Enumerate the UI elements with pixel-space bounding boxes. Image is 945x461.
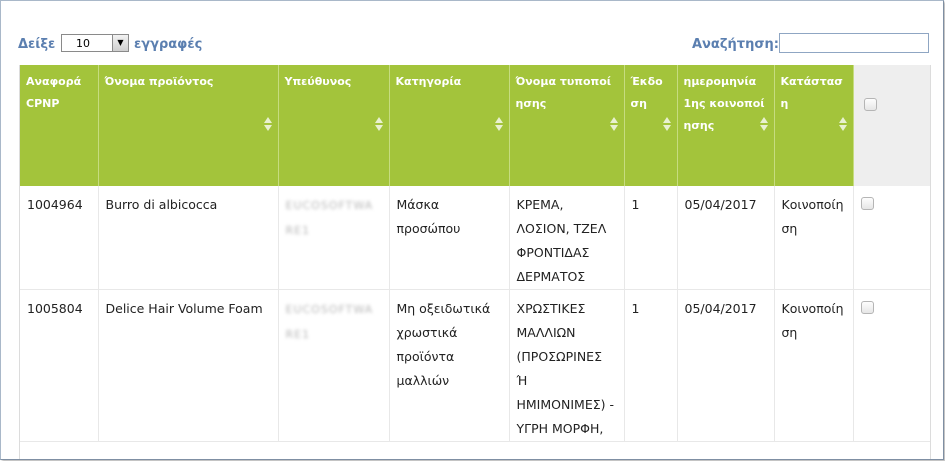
table-row[interactable]: 1005804 Delice Hair Volume Foam EUCOSOFT… <box>20 289 930 442</box>
entries-per-page-select[interactable]: 10 ▼ <box>61 34 129 52</box>
cell-version: 1 <box>624 289 678 442</box>
entries-per-page-value: 10 <box>76 37 90 50</box>
header-row: Αναφορά CPNP Όνομα προϊόντος Υπεύθυνος Κ… <box>20 65 930 186</box>
cell-category: Μη οξειδωτικά χρωστικά προϊόντα μαλλιών <box>389 289 510 442</box>
cell-date: 05/04/2017 <box>677 186 775 290</box>
cell-select <box>853 186 930 290</box>
col-header-formulation-name[interactable]: Όνομα τυποποίησης <box>509 65 625 186</box>
search-label: Αναζήτηση: <box>692 37 779 52</box>
responsible-blurred-text: EUCOSOFTWARE1 <box>285 199 374 237</box>
cell-version: 1 <box>624 186 678 290</box>
sort-icon <box>374 117 383 131</box>
cell-select <box>853 289 930 442</box>
sort-icon <box>494 117 503 131</box>
cell-status: Κοινοποίηση <box>774 186 854 290</box>
cell-cpnp: 1004964 <box>20 186 99 290</box>
length-label-before: Δείξε <box>18 37 56 52</box>
sort-icon <box>759 117 768 131</box>
cell-formulation: ΧΡΩΣΤΙΚΕΣ ΜΑΛΛΙΩΝ (ΠΡΟΣΩΡΙΝΕΣ Ή ΗΜΙΜΟΝΙΜ… <box>509 289 625 442</box>
sort-icon <box>662 117 671 131</box>
col-header-category[interactable]: Κατηγορία <box>389 65 510 186</box>
results-table: Αναφορά CPNP Όνομα προϊόντος Υπεύθυνος Κ… <box>20 65 930 442</box>
row-checkbox[interactable] <box>860 197 874 210</box>
sort-icon <box>609 117 618 131</box>
sort-icon <box>263 117 272 131</box>
sort-icon <box>838 117 847 131</box>
row-checkbox[interactable] <box>860 301 874 314</box>
col-header-cpnp[interactable]: Αναφορά CPNP <box>20 65 99 186</box>
col-header-first-notification-date[interactable]: ημερομηνία 1ης κοινοποίησης <box>677 65 775 186</box>
cell-product-name: Burro di albicocca <box>98 186 279 290</box>
col-header-select-all <box>853 65 930 186</box>
chevron-down-icon[interactable]: ▼ <box>112 35 128 51</box>
search-input[interactable] <box>779 33 929 53</box>
select-all-checkbox[interactable] <box>863 98 877 111</box>
cell-product-name: Delice Hair Volume Foam <box>98 289 279 442</box>
results-table-container: Αναφορά CPNP Όνομα προϊόντος Υπεύθυνος Κ… <box>19 65 931 459</box>
table-row[interactable]: 1004964 Burro di albicocca EUCOSOFTWARE1… <box>20 186 930 290</box>
col-header-product-name[interactable]: Όνομα προϊόντος <box>98 65 279 186</box>
cell-status: Κοινοποίηση <box>774 289 854 442</box>
length-label-after: εγγραφές <box>134 37 203 52</box>
cell-responsible: EUCOSOFTWARE1 <box>278 186 390 290</box>
cell-formulation: ΚΡΕΜΑ, ΛΟΣΙΟΝ, ΤΖΕΛ ΦΡΟΝΤΙΔΑΣ ΔΕΡΜΑΤΟΣ <box>509 186 625 290</box>
col-header-status[interactable]: Κατάσταση <box>774 65 854 186</box>
col-header-version[interactable]: Έκδοση <box>624 65 678 186</box>
col-header-responsible[interactable]: Υπεύθυνος <box>278 65 390 186</box>
cell-category: Μάσκα προσώπου <box>389 186 510 290</box>
responsible-blurred-text: EUCOSOFTWARE1 <box>285 303 374 341</box>
cell-cpnp: 1005804 <box>20 289 99 442</box>
cell-date: 05/04/2017 <box>677 289 775 442</box>
cell-responsible: EUCOSOFTWARE1 <box>278 289 390 442</box>
dialog-frame: Δείξε 10 ▼ εγγραφές Αναζήτηση: Αναφορά C… <box>0 0 944 460</box>
